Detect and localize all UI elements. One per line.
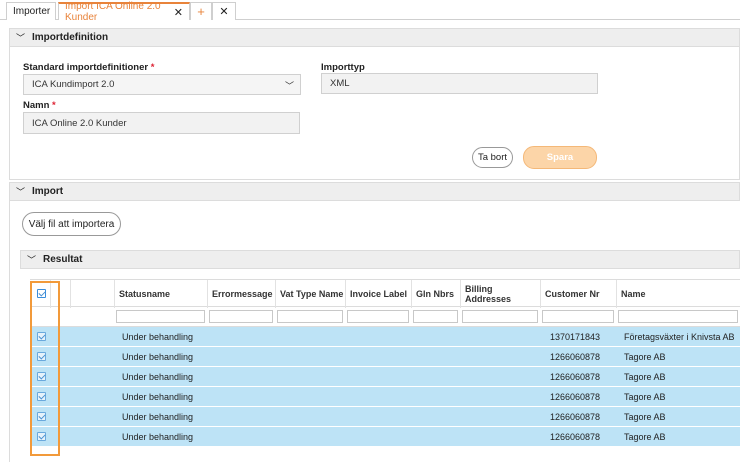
tab-label: Import ICA Online 2.0 Kunder bbox=[65, 1, 161, 23]
table-row[interactable]: Under behandling 1266060878 Tagore AB bbox=[30, 407, 740, 427]
section-border bbox=[9, 200, 10, 462]
row-checkbox[interactable] bbox=[37, 372, 46, 381]
field-value: XML bbox=[330, 78, 350, 89]
section-import-header[interactable]: ﹀ Import bbox=[9, 182, 740, 201]
close-icon: ✕ bbox=[219, 6, 229, 18]
section-importdefinition-header[interactable]: ﹀ Importdefinition bbox=[9, 28, 740, 47]
filter-statusname[interactable] bbox=[116, 310, 205, 323]
input-value: ICA Online 2.0 Kunder bbox=[32, 117, 127, 129]
table-row[interactable]: Under behandling 1370171843 Företagsväxt… bbox=[30, 327, 740, 347]
namn-input[interactable]: ICA Online 2.0 Kunder bbox=[23, 112, 300, 134]
add-tab-button[interactable]: + bbox=[190, 2, 212, 20]
choose-file-button[interactable]: Välj fil att importera bbox=[22, 212, 121, 236]
label-text: Namn bbox=[23, 100, 50, 111]
chevron-down-icon: ﹀ bbox=[16, 33, 26, 43]
row-checkbox[interactable] bbox=[37, 392, 46, 401]
cell-name: Tagore AB bbox=[624, 432, 666, 442]
col-vat-type-name[interactable]: Vat Type Name bbox=[275, 280, 345, 308]
table-row[interactable]: Under behandling 1266060878 Tagore AB bbox=[30, 387, 740, 407]
grid-spacer-cell bbox=[70, 280, 114, 308]
standard-importdef-label: Standard importdefinitioner * bbox=[23, 62, 154, 73]
col-billing-addresses[interactable]: Billing Addresses bbox=[460, 280, 540, 308]
cell-statusname: Under behandling bbox=[122, 412, 194, 422]
col-invoice-label[interactable]: Invoice Label bbox=[345, 280, 411, 308]
tab-importer[interactable]: Importer bbox=[6, 2, 56, 20]
chevron-down-icon: ﹀ bbox=[27, 255, 37, 265]
row-checkbox[interactable] bbox=[37, 352, 46, 361]
tab-import-ica-online[interactable]: Import ICA Online 2.0 Kunder ✕ bbox=[58, 1, 190, 23]
cell-name: Företagsväxter i Knivsta AB bbox=[624, 332, 735, 342]
col-customer-nr[interactable]: Customer Nr bbox=[540, 280, 616, 308]
cell-statusname: Under behandling bbox=[122, 352, 194, 362]
cell-customer-nr: 1266060878 bbox=[550, 412, 601, 422]
filter-errormessage[interactable] bbox=[209, 310, 273, 323]
grid-filter-row bbox=[30, 307, 740, 327]
standard-importdef-select[interactable]: ICA Kundimport 2.0 ﹀ bbox=[23, 74, 301, 95]
table-row[interactable]: Under behandling 1266060878 Tagore AB bbox=[30, 427, 740, 447]
cell-statusname: Under behandling bbox=[122, 432, 194, 442]
section-resultat-header[interactable]: ﹀ Resultat bbox=[20, 250, 740, 269]
delete-button[interactable]: Ta bort bbox=[472, 147, 513, 168]
table-row[interactable]: Under behandling 1266060878 Tagore AB bbox=[30, 367, 740, 387]
required-mark: * bbox=[150, 62, 155, 73]
close-icon[interactable]: ✕ bbox=[174, 6, 183, 19]
select-all-checkbox[interactable] bbox=[37, 289, 46, 298]
chevron-down-icon: ﹀ bbox=[284, 81, 294, 91]
select-all-cell bbox=[30, 280, 50, 308]
importtyp-label: Importtyp bbox=[321, 62, 365, 73]
section-title: Import bbox=[32, 186, 64, 197]
plus-icon: + bbox=[197, 4, 205, 19]
save-button[interactable]: Spara bbox=[523, 146, 597, 169]
col-gln-nbrs[interactable]: Gln Nbrs bbox=[411, 280, 460, 308]
cell-customer-nr: 1266060878 bbox=[550, 392, 601, 402]
filter-gln-nbrs[interactable] bbox=[413, 310, 458, 323]
cell-name: Tagore AB bbox=[624, 412, 666, 422]
grid-header: Statusname Errormessage Vat Type Name In… bbox=[30, 279, 740, 308]
cell-statusname: Under behandling bbox=[122, 332, 194, 342]
row-checkbox[interactable] bbox=[37, 332, 46, 341]
cell-name: Tagore AB bbox=[624, 372, 666, 382]
filter-vat-type-name[interactable] bbox=[277, 310, 343, 323]
cell-customer-nr: 1370171843 bbox=[550, 332, 601, 342]
table-row[interactable]: Under behandling 1266060878 Tagore AB bbox=[30, 347, 740, 367]
cell-customer-nr: 1266060878 bbox=[550, 352, 601, 362]
cell-name: Tagore AB bbox=[624, 392, 666, 402]
grid-spacer-cell bbox=[50, 280, 70, 308]
cell-statusname: Under behandling bbox=[122, 372, 194, 382]
namn-label: Namn * bbox=[23, 100, 56, 111]
col-errormessage[interactable]: Errormessage bbox=[207, 280, 275, 308]
importdefinition-panel: Standard importdefinitioner * ICA Kundim… bbox=[9, 47, 740, 180]
section-title: Importdefinition bbox=[32, 32, 109, 43]
section-title: Resultat bbox=[43, 254, 83, 265]
close-all-tabs-button[interactable]: ✕ bbox=[212, 2, 236, 20]
importtyp-field: XML bbox=[321, 73, 598, 94]
filter-customer-nr[interactable] bbox=[542, 310, 614, 323]
row-checkbox[interactable] bbox=[37, 412, 46, 421]
row-checkbox[interactable] bbox=[37, 432, 46, 441]
label-text: Standard importdefinitioner bbox=[23, 62, 149, 73]
tab-bar: Importer Import ICA Online 2.0 Kunder ✕ … bbox=[0, 0, 740, 23]
cell-customer-nr: 1266060878 bbox=[550, 432, 601, 442]
cell-customer-nr: 1266060878 bbox=[550, 372, 601, 382]
select-value: ICA Kundimport 2.0 bbox=[32, 79, 115, 90]
filter-invoice-label[interactable] bbox=[347, 310, 409, 323]
filter-name[interactable] bbox=[618, 310, 738, 323]
chevron-down-icon: ﹀ bbox=[16, 187, 26, 197]
tab-label: Importer bbox=[13, 6, 51, 17]
filter-billing-addresses[interactable] bbox=[462, 310, 538, 323]
cell-statusname: Under behandling bbox=[122, 392, 194, 402]
col-name[interactable]: Name bbox=[616, 280, 740, 308]
col-statusname[interactable]: Statusname bbox=[114, 280, 207, 308]
required-mark: * bbox=[52, 100, 56, 111]
cell-name: Tagore AB bbox=[624, 352, 666, 362]
